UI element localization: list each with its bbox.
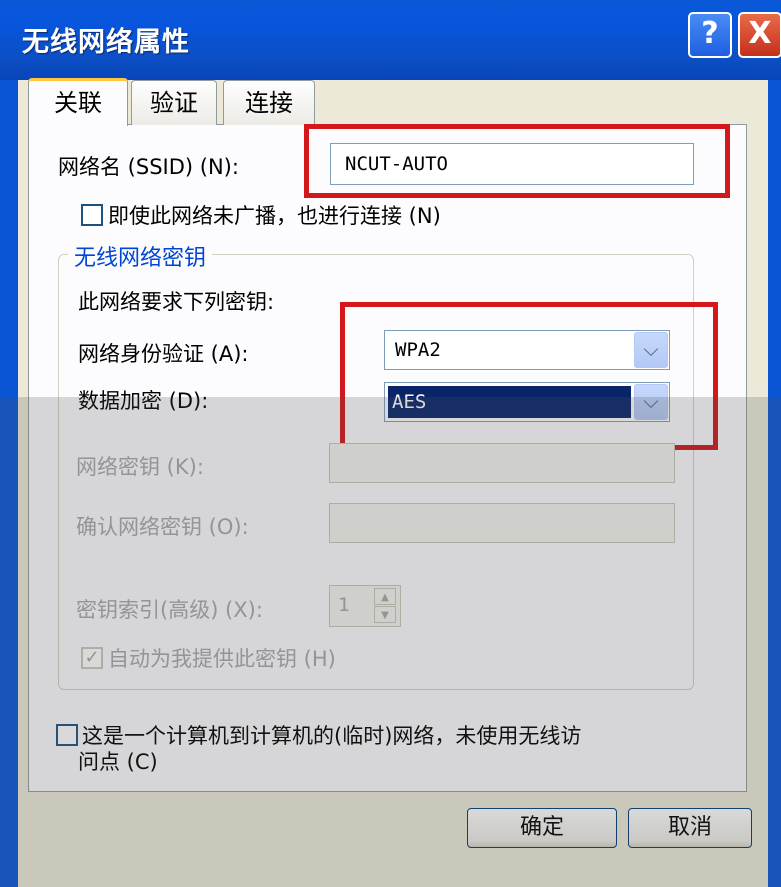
connect-hidden-label: 即使此网络未广播，也进行连接 (N) [108,204,441,228]
window-title: 无线网络属性 [22,27,190,58]
tab-authentication[interactable]: 验证 [131,80,217,125]
key-required-text: 此网络要求下列密钥: [78,290,275,314]
close-button[interactable]: X [738,12,781,58]
ssid-label: 网络名 (SSID) (N): [58,155,239,179]
screen-shade-overlay [0,397,781,887]
help-button[interactable]: ? [688,12,732,58]
tab-association[interactable]: 关联 [28,78,128,126]
tab-connection[interactable]: 连接 [223,80,315,125]
auth-label: 网络身份验证 (A): [78,342,249,366]
wireless-key-group-title: 无线网络密钥 [68,240,213,272]
highlight-box-ssid [304,124,730,198]
connect-hidden-checkbox[interactable] [81,204,103,226]
